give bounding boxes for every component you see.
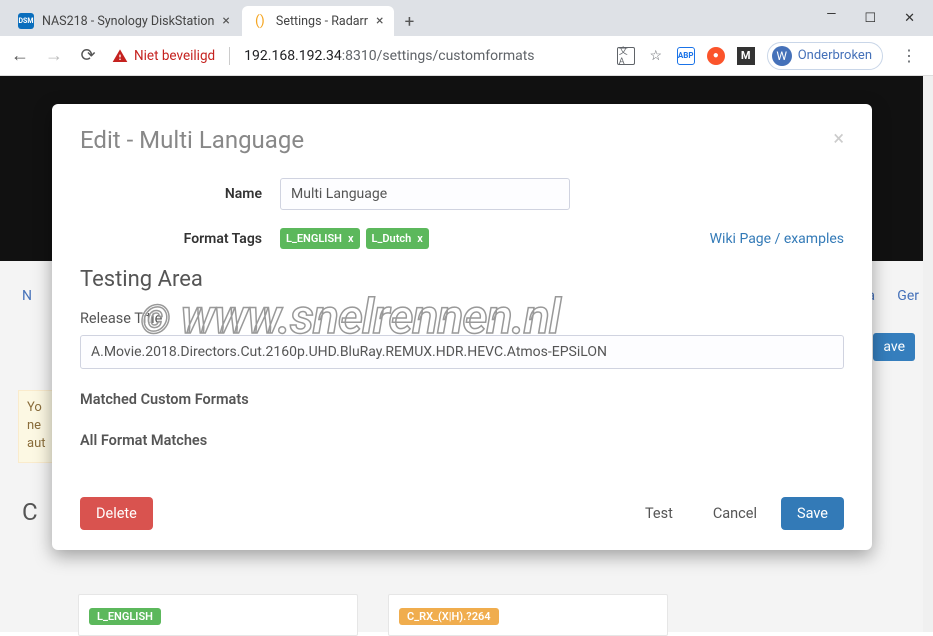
remove-tag-icon[interactable]: x bbox=[348, 232, 354, 245]
all-matches-heading: All Format Matches bbox=[80, 432, 844, 449]
forward-button[interactable]: → bbox=[44, 45, 64, 66]
name-input[interactable] bbox=[280, 178, 570, 210]
testing-area-heading: Testing Area bbox=[80, 267, 844, 292]
scrollbar-vertical[interactable] bbox=[923, 76, 933, 632]
test-button[interactable]: Test bbox=[629, 497, 689, 530]
extension-icons: 文A ☆ ABP ● M W Onderbroken ⋮ bbox=[617, 42, 923, 70]
format-tag: C_RX_(X|H).?264 bbox=[399, 608, 499, 625]
favicon-radarr: () bbox=[252, 13, 268, 29]
tag-chip[interactable]: L_ENGLISHx bbox=[280, 228, 360, 249]
release-title-input[interactable] bbox=[80, 335, 844, 369]
close-icon[interactable]: × bbox=[222, 13, 229, 29]
format-tags-label: Format Tags bbox=[80, 231, 280, 247]
security-label: Niet beveiligd bbox=[134, 48, 215, 64]
modal-title: Edit - Multi Language bbox=[80, 126, 304, 154]
modal-close-icon[interactable]: × bbox=[833, 126, 844, 150]
window-controls: — ☐ ✕ bbox=[808, 0, 933, 36]
extension-icon[interactable]: ● bbox=[707, 47, 725, 65]
format-tag: L_ENGLISH bbox=[89, 608, 161, 625]
bookmark-star-icon[interactable]: ☆ bbox=[647, 47, 665, 65]
release-title-label: Release Title bbox=[80, 310, 844, 327]
minimize-icon[interactable]: — bbox=[826, 7, 836, 22]
browser-tab-strip: DSM NAS218 - Synology DiskStation × () S… bbox=[0, 0, 933, 36]
heading-fragment: C bbox=[22, 498, 38, 526]
cancel-button[interactable]: Cancel bbox=[697, 497, 773, 530]
nav-fragment: Ger bbox=[897, 288, 919, 304]
reload-button[interactable]: ⟳ bbox=[78, 45, 98, 66]
maximize-icon[interactable]: ☐ bbox=[864, 11, 876, 26]
browser-tab[interactable]: DSM NAS218 - Synology DiskStation × bbox=[8, 6, 240, 36]
format-card-fragment[interactable]: C_RX_(X|H).?264 bbox=[388, 594, 668, 636]
security-indicator[interactable]: Niet beveiligd bbox=[112, 48, 215, 64]
matched-formats-heading: Matched Custom Formats bbox=[80, 391, 844, 408]
name-label: Name bbox=[80, 186, 280, 202]
avatar: W bbox=[772, 46, 792, 66]
back-button[interactable]: ← bbox=[10, 45, 30, 66]
new-tab-button[interactable]: + bbox=[396, 8, 424, 36]
profile-chip[interactable]: W Onderbroken bbox=[767, 42, 883, 70]
nav-fragment: N bbox=[22, 288, 32, 304]
browser-tab-active[interactable]: () Settings - Radarr × bbox=[242, 6, 394, 36]
tab-title: NAS218 - Synology DiskStation bbox=[42, 14, 214, 29]
address-bar: ← → ⟳ Niet beveiligd 192.168.192.34:8310… bbox=[0, 36, 933, 76]
warning-icon bbox=[112, 48, 128, 64]
translate-icon[interactable]: 文A bbox=[617, 47, 635, 65]
extension-icon[interactable]: ABP bbox=[677, 47, 695, 65]
wiki-help-link[interactable]: Wiki Page / examples bbox=[710, 231, 844, 247]
edit-modal: Edit - Multi Language × Name Format Tags… bbox=[52, 104, 872, 550]
save-button-fragment[interactable]: ave bbox=[873, 333, 915, 361]
format-tags-input[interactable]: L_ENGLISHx L_Dutchx bbox=[280, 228, 429, 249]
tab-title: Settings - Radarr bbox=[276, 14, 368, 29]
extension-icon[interactable]: M bbox=[737, 47, 755, 65]
profile-name: Onderbroken bbox=[798, 48, 872, 63]
browser-menu-icon[interactable]: ⋮ bbox=[895, 46, 923, 65]
favicon-dsm: DSM bbox=[18, 13, 34, 29]
save-button[interactable]: Save bbox=[781, 497, 844, 530]
tag-chip[interactable]: L_Dutchx bbox=[366, 228, 429, 249]
format-card-fragment[interactable]: L_ENGLISH bbox=[78, 594, 358, 636]
delete-button[interactable]: Delete bbox=[80, 497, 153, 530]
close-icon[interactable]: × bbox=[376, 13, 383, 29]
remove-tag-icon[interactable]: x bbox=[417, 232, 423, 245]
url-display[interactable]: 192.168.192.34:8310/settings/customforma… bbox=[244, 48, 603, 64]
close-window-icon[interactable]: ✕ bbox=[904, 11, 915, 26]
